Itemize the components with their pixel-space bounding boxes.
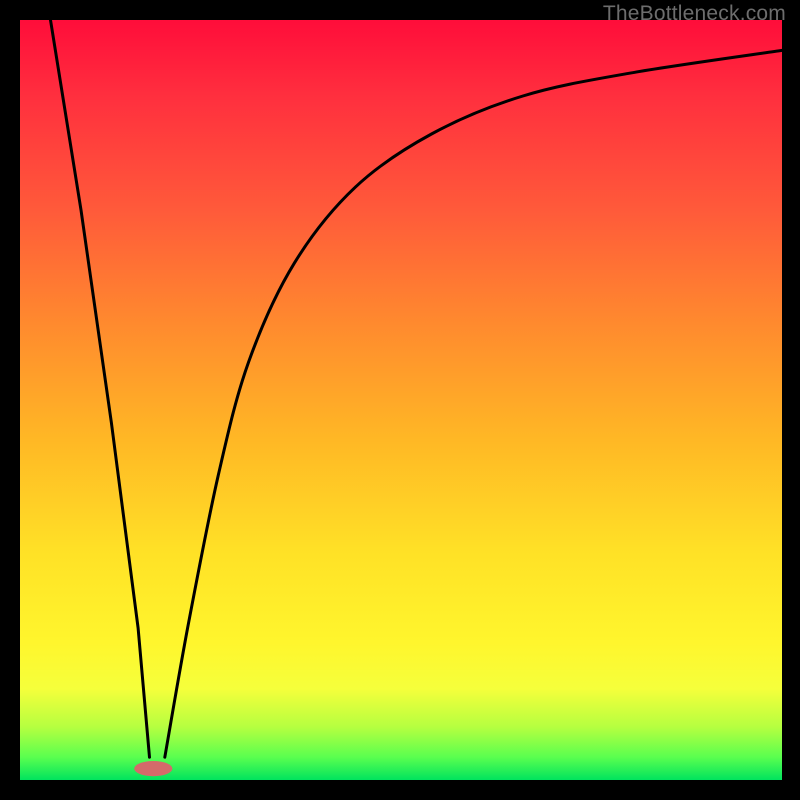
curve-right-ascent: [165, 50, 782, 757]
curve-left-descent: [51, 20, 150, 757]
chart-frame: TheBottleneck.com: [0, 0, 800, 800]
plot-area: [20, 20, 782, 780]
minimum-marker: [134, 761, 172, 776]
watermark-text: TheBottleneck.com: [603, 2, 786, 26]
curve-layer: [20, 20, 782, 780]
